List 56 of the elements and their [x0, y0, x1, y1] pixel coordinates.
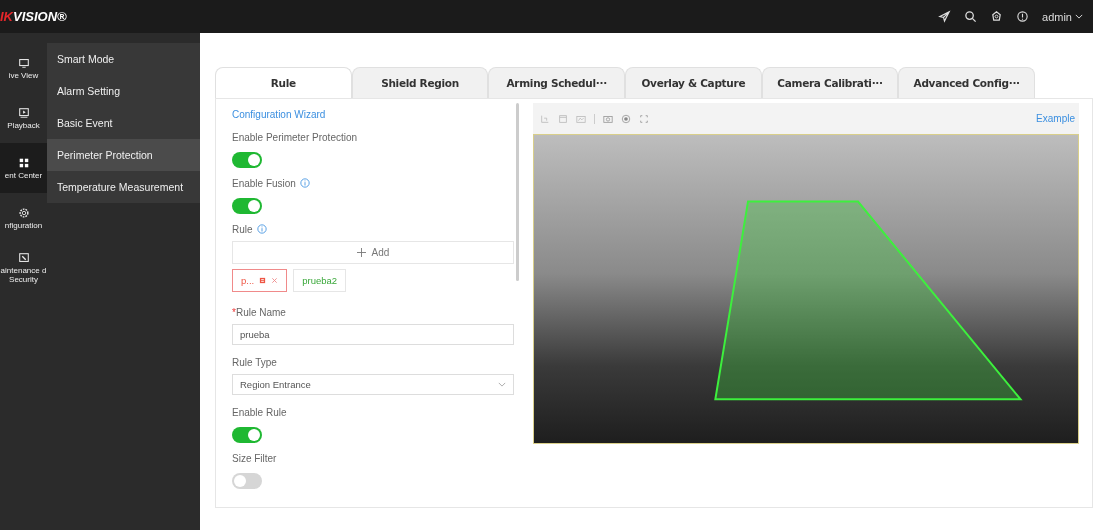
info-icon[interactable]: [1016, 10, 1030, 23]
wrench-icon: [17, 252, 30, 264]
chevron-down-icon: [1075, 14, 1083, 19]
field-label: *Rule Name: [232, 306, 286, 318]
field-label: Size Filter: [232, 452, 277, 464]
field-label: Enable Rule: [232, 406, 287, 418]
tab[interactable]: Rule: [215, 67, 352, 98]
toggle-switch[interactable]: [232, 198, 262, 214]
tab[interactable]: Arming Schedul···: [488, 67, 625, 98]
field-label: Enable Perimeter Protection: [232, 131, 358, 143]
document-icon[interactable]: [259, 277, 267, 284]
nav-item[interactable]: aintenance d Security: [0, 243, 47, 293]
chevron-down-icon: [498, 382, 506, 387]
nav-item[interactable]: nfiguration: [0, 193, 47, 243]
send-icon[interactable]: [938, 10, 952, 23]
info-icon: [299, 178, 310, 188]
play-icon: [17, 106, 30, 119]
detection-region[interactable]: [714, 200, 1023, 401]
logo: IKVISION®: [0, 9, 67, 24]
toggle-switch[interactable]: [232, 152, 262, 168]
search-icon[interactable]: [964, 10, 978, 23]
rule-tag[interactable]: p...: [232, 269, 288, 292]
tab[interactable]: Shield Region: [351, 67, 489, 98]
field-label: Rule Type: [232, 356, 277, 368]
add-button[interactable]: Add: [232, 241, 514, 264]
submenu-item[interactable]: Temperature Measurement: [47, 171, 200, 203]
close-icon[interactable]: [271, 277, 279, 284]
frame-icon[interactable]: [558, 113, 568, 124]
camera-icon[interactable]: [603, 113, 613, 124]
rule-name-field[interactable]: prueba: [232, 324, 514, 345]
image-icon[interactable]: [576, 113, 586, 124]
monitor-icon: [17, 56, 30, 69]
record-icon[interactable]: [621, 113, 631, 124]
toggle-switch[interactable]: [232, 473, 262, 489]
rule-type-dropdown[interactable]: Region Entrance: [232, 374, 514, 395]
tab[interactable]: Camera Calibrati···: [761, 67, 899, 98]
toggle-switch[interactable]: [232, 427, 262, 443]
plus-icon: [356, 248, 366, 257]
tab[interactable]: Overlay & Capture: [625, 67, 762, 98]
info-icon: [256, 224, 267, 234]
configuration-wizard-link[interactable]: Configuration Wizard: [232, 103, 326, 125]
submenu-item[interactable]: Alarm Setting: [47, 75, 200, 107]
submenu-item[interactable]: Smart Mode: [47, 43, 200, 75]
scrollbar[interactable]: [516, 103, 519, 281]
submenu-item[interactable]: Perimeter Protection: [47, 139, 200, 171]
fullscreen-icon[interactable]: [639, 113, 649, 124]
user-menu[interactable]: admin: [1042, 10, 1083, 23]
grid-icon: [17, 156, 30, 169]
submenu-item[interactable]: Basic Event: [47, 107, 200, 139]
field-label: Enable Fusion: [232, 177, 296, 189]
settings-icon: [17, 206, 30, 219]
nav-item[interactable]: ive View: [0, 43, 47, 93]
nav-item[interactable]: Playback: [0, 93, 47, 143]
field-label: Rule: [232, 223, 253, 235]
tab[interactable]: Advanced Config···: [898, 67, 1036, 98]
nav-item[interactable]: ent Center: [0, 143, 47, 193]
